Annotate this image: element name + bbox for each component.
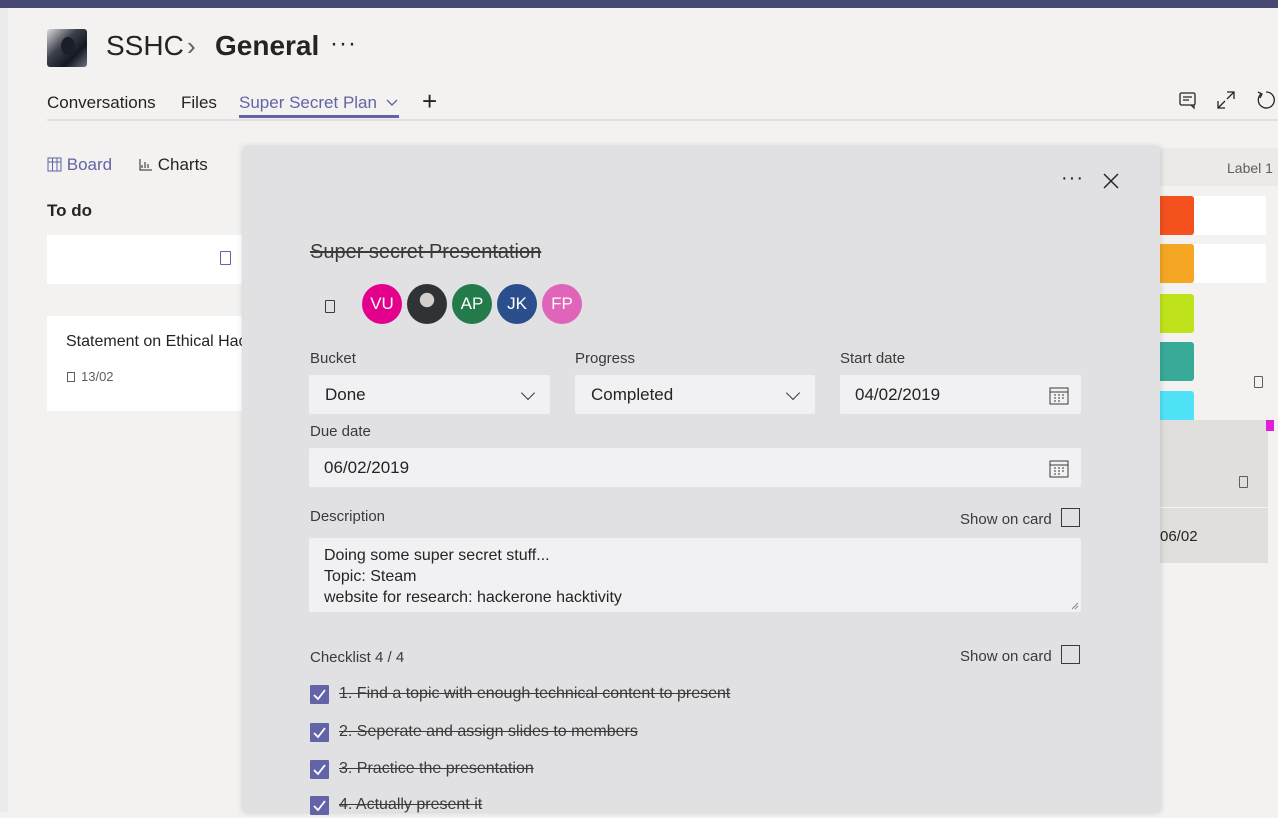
calendar-icon bbox=[67, 372, 75, 382]
assignee-avatar[interactable]: FP bbox=[542, 284, 582, 324]
progress-label: Progress bbox=[575, 350, 636, 367]
bucket-label: Bucket bbox=[310, 350, 356, 367]
description-show-on-card-checkbox[interactable] bbox=[1061, 508, 1080, 527]
checklist-checkbox[interactable] bbox=[310, 723, 329, 742]
tab-label: Super Secret Plan bbox=[239, 93, 377, 112]
checkmark-icon bbox=[313, 727, 326, 739]
charts-icon bbox=[139, 159, 152, 171]
checkmark-icon bbox=[313, 800, 326, 812]
progress-select[interactable]: Completed bbox=[575, 375, 815, 414]
checkmark-icon bbox=[313, 764, 326, 776]
task-card-date: 13/02 bbox=[81, 369, 114, 384]
start-date-field[interactable]: 04/02/2019 bbox=[840, 375, 1081, 414]
checklist-checkbox[interactable] bbox=[310, 760, 329, 779]
checklist-checkbox[interactable] bbox=[310, 796, 329, 815]
due-date-value: 06/02/2019 bbox=[324, 458, 410, 477]
expand-icon[interactable] bbox=[1215, 89, 1237, 111]
tab-super-secret-plan[interactable]: Super Secret Plan bbox=[239, 93, 398, 113]
tab-files[interactable]: Files bbox=[181, 93, 217, 113]
add-task-button[interactable] bbox=[47, 235, 242, 284]
view-board[interactable]: Board bbox=[47, 155, 112, 175]
team-avatar[interactable] bbox=[47, 29, 87, 67]
label-color-swatch bbox=[1160, 244, 1194, 283]
label-row bbox=[1194, 244, 1266, 283]
board-icon bbox=[47, 157, 62, 172]
label-marker bbox=[1266, 420, 1274, 431]
checklist-show-on-card-checkbox[interactable] bbox=[1061, 645, 1080, 664]
assignee-avatar[interactable]: AP bbox=[452, 284, 492, 324]
conversation-icon[interactable] bbox=[1177, 89, 1199, 111]
description-textarea[interactable]: Doing some super secret stuff... Topic: … bbox=[309, 538, 1081, 612]
label-heading: Label 1 bbox=[1227, 160, 1273, 176]
calendar-icon[interactable] bbox=[1049, 459, 1069, 478]
assignee-avatar[interactable]: JK bbox=[497, 284, 537, 324]
checklist-label: Checklist 4 / 4 bbox=[310, 649, 405, 666]
due-date-label: Due date bbox=[310, 423, 371, 440]
tab-conversations[interactable]: Conversations bbox=[47, 93, 156, 113]
breadcrumb-channel: General bbox=[215, 30, 320, 61]
calendar-icon[interactable] bbox=[1049, 386, 1069, 405]
checklist-show-on-card-label: Show on card bbox=[960, 648, 1052, 665]
view-board-label: Board bbox=[66, 155, 113, 174]
chevron-down-icon bbox=[785, 385, 801, 401]
start-date-label: Start date bbox=[840, 350, 906, 367]
checklist-item-text[interactable]: 1. Find a topic with enough technical co… bbox=[339, 685, 730, 703]
close-icon[interactable] bbox=[1101, 171, 1121, 191]
checklist-item-text[interactable]: 2. Seperate and assign slides to members bbox=[339, 723, 638, 741]
card-divider bbox=[1160, 507, 1268, 508]
refresh-icon[interactable] bbox=[1255, 89, 1277, 111]
description-show-on-card-label: Show on card bbox=[960, 511, 1052, 528]
add-tab-button[interactable]: + bbox=[422, 86, 437, 117]
label-icon[interactable] bbox=[1254, 376, 1263, 388]
bucket-title: To do bbox=[47, 201, 92, 220]
checklist-item-text[interactable]: 4. Actually present it bbox=[339, 796, 482, 814]
start-date-value: 04/02/2019 bbox=[855, 385, 941, 404]
task-details-dialog: ··· Super secret Presentation VU AP JK FP B… bbox=[243, 147, 1160, 815]
label-color-swatch bbox=[1160, 294, 1194, 333]
label-color-swatch bbox=[1160, 342, 1194, 381]
right-card-date: 06/02 bbox=[1160, 528, 1198, 545]
assignee-avatar[interactable] bbox=[407, 284, 447, 324]
task-card[interactable]: Statement on Ethical Hacking 13/02 bbox=[47, 316, 242, 411]
task-card-title: Statement on Ethical Hacking bbox=[66, 333, 242, 350]
description-line: website for research: hackerone hacktivi… bbox=[324, 589, 622, 606]
label-row bbox=[1194, 196, 1266, 235]
tabs-divider bbox=[47, 119, 1278, 121]
label-color-swatch bbox=[1160, 196, 1194, 235]
checklist-checkbox[interactable] bbox=[310, 685, 329, 704]
left-rail-edge bbox=[0, 8, 8, 812]
app-top-bar bbox=[0, 0, 1278, 8]
progress-value: Completed bbox=[591, 385, 674, 404]
assign-icon[interactable] bbox=[325, 300, 335, 313]
description-line: Topic: Steam bbox=[324, 568, 417, 585]
view-charts-label: Charts bbox=[157, 155, 208, 174]
assignee-avatar[interactable]: VU bbox=[362, 284, 402, 324]
add-task-icon bbox=[220, 251, 231, 265]
checklist-item-text[interactable]: 3. Practice the presentation bbox=[339, 760, 534, 778]
description-line: Doing some super secret stuff... bbox=[324, 547, 550, 564]
right-task-card[interactable]: 06/02 bbox=[1160, 420, 1268, 563]
task-title[interactable]: Super secret Presentation bbox=[310, 241, 541, 264]
chevron-right-icon: › bbox=[187, 31, 196, 61]
description-label: Description bbox=[310, 508, 386, 525]
resize-handle-icon[interactable] bbox=[1071, 602, 1079, 610]
chevron-down-icon bbox=[386, 99, 398, 106]
due-date-field[interactable]: 06/02/2019 bbox=[309, 448, 1081, 487]
bucket-select[interactable]: Done bbox=[309, 375, 550, 414]
channel-more-options-button[interactable]: ··· bbox=[330, 30, 357, 58]
view-charts[interactable]: Charts bbox=[138, 155, 208, 175]
bucket-value: Done bbox=[325, 385, 366, 404]
dialog-more-options-button[interactable]: ··· bbox=[1061, 167, 1084, 190]
breadcrumb-team[interactable]: SSHC bbox=[106, 30, 184, 62]
active-tab-indicator bbox=[239, 115, 399, 118]
card-icon bbox=[1239, 476, 1248, 488]
chevron-down-icon bbox=[520, 385, 536, 401]
checkmark-icon bbox=[313, 689, 326, 701]
